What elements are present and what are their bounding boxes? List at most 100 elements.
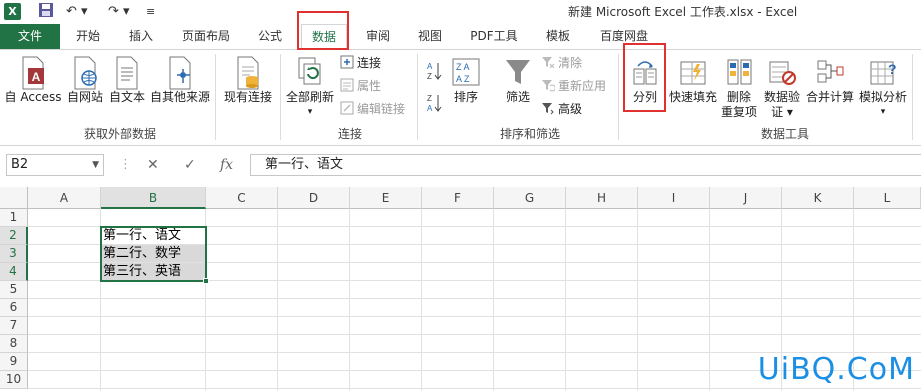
tab-baidu-netdisk[interactable]: 百度网盘: [594, 24, 654, 49]
tab-formulas[interactable]: 公式: [250, 24, 290, 49]
consolidate-button[interactable]: 合并计算: [804, 56, 856, 105]
sort-descending-button[interactable]: ZA: [426, 92, 442, 113]
existing-connections-button[interactable]: 现有连接: [220, 56, 276, 105]
advanced-filter-icon: [542, 103, 554, 115]
connections-button[interactable]: 连接: [340, 54, 381, 72]
remove-duplicates-icon: [727, 59, 752, 85]
row-header-9[interactable]: 9: [0, 353, 28, 371]
from-access-button[interactable]: A 自 Access: [2, 56, 64, 105]
sort-az-icon: AZ: [427, 62, 442, 81]
chevron-down-icon[interactable]: ▼: [92, 155, 99, 175]
tab-review[interactable]: 审阅: [358, 24, 398, 49]
select-all-corner[interactable]: [0, 187, 28, 209]
redo-icon[interactable]: ↷ ▾: [108, 2, 130, 22]
reapply-button[interactable]: 重新应用: [541, 77, 606, 95]
watermark: UiBQ.CoM: [757, 352, 915, 387]
column-header-i[interactable]: I: [638, 187, 710, 209]
refresh-all-button[interactable]: 全部刷新 ▾: [284, 56, 336, 120]
text-to-columns-button[interactable]: 分列: [626, 56, 664, 105]
group-separator: [280, 54, 281, 140]
row-header-6[interactable]: 6: [0, 299, 28, 317]
customize-toolbar-icon[interactable]: ≡: [146, 2, 155, 22]
ribbon: A 自 Access 自网站 自文本 自其他来源 获取外部数据 现有连接 全部刷…: [0, 50, 921, 146]
column-header-l[interactable]: L: [854, 187, 921, 209]
advanced-filter-button[interactable]: 高级: [541, 100, 582, 118]
split-columns-icon: [633, 61, 657, 85]
clear-filter-button[interactable]: 清除: [541, 54, 582, 72]
tab-pdf-tools[interactable]: PDF工具: [466, 24, 522, 49]
tab-view[interactable]: 视图: [410, 24, 450, 49]
column-header-c[interactable]: C: [206, 187, 278, 209]
undo-icon[interactable]: ↶ ▾: [66, 2, 88, 22]
web-icon: [74, 56, 97, 90]
row-header-7[interactable]: 7: [0, 317, 28, 335]
column-header-e[interactable]: E: [350, 187, 422, 209]
column-header-j[interactable]: J: [710, 187, 782, 209]
fill-handle[interactable]: [203, 278, 209, 284]
row-header-8[interactable]: 8: [0, 335, 28, 353]
edit-links-button[interactable]: 编辑链接: [340, 100, 405, 118]
tab-insert[interactable]: 插入: [121, 24, 161, 49]
access-icon: A: [22, 56, 44, 90]
cell-b3[interactable]: 第二行、数学: [101, 245, 206, 263]
window-title: 新建 Microsoft Excel 工作表.xlsx - Excel: [568, 5, 798, 19]
sort-ascending-button[interactable]: AZ: [426, 60, 442, 81]
from-web-button[interactable]: 自网站: [64, 56, 106, 105]
cancel-icon[interactable]: ✕: [147, 154, 159, 176]
flash-fill-icon: [680, 61, 706, 85]
tab-page-layout[interactable]: 页面布局: [176, 24, 236, 49]
name-box[interactable]: B2 ▼: [6, 154, 104, 176]
excel-logo-icon: X: [4, 3, 21, 20]
tab-data[interactable]: 数据: [301, 24, 347, 50]
data-validation-button[interactable]: 数据验 证 ▾: [760, 56, 804, 120]
insert-function-icon[interactable]: fx: [220, 154, 233, 176]
row-header-4[interactable]: 4: [0, 263, 28, 281]
filter-button[interactable]: 筛选: [500, 56, 536, 105]
from-other-sources-button[interactable]: 自其他来源: [148, 56, 212, 105]
cell-b4[interactable]: 第三行、英语: [101, 263, 206, 281]
row-header-1[interactable]: 1: [0, 209, 28, 227]
tab-file[interactable]: 文件: [0, 24, 60, 49]
other-sources-icon: [169, 56, 191, 90]
worksheet-grid[interactable]: A B C D E F G H I J K L 1 2 3 4 5 6 7 8 …: [0, 187, 921, 391]
connections-icon: [340, 55, 354, 69]
properties-icon: [340, 78, 354, 92]
what-if-analysis-button[interactable]: ? 模拟分析 ▾: [856, 56, 910, 120]
clear-filter-icon: [542, 57, 555, 69]
formula-input[interactable]: 第一行、语文: [250, 154, 921, 176]
from-text-button[interactable]: 自文本: [106, 56, 148, 105]
cell-b2[interactable]: 第一行、语文: [101, 227, 206, 245]
formula-bar-divider: ⋮: [119, 157, 132, 172]
save-icon[interactable]: [38, 2, 54, 22]
tab-home[interactable]: 开始: [68, 24, 108, 49]
formula-bar: B2 ▼ ⋮ ✕ ✓ fx 第一行、语文: [0, 146, 921, 186]
column-header-g[interactable]: G: [494, 187, 566, 209]
enter-icon[interactable]: ✓: [184, 154, 196, 176]
column-header-h[interactable]: H: [566, 187, 638, 209]
column-header-d[interactable]: D: [278, 187, 350, 209]
group-label-connections: 连接: [337, 127, 362, 141]
row-header-2[interactable]: 2: [0, 227, 28, 245]
data-validation-icon: [769, 61, 796, 85]
column-header-b[interactable]: B: [101, 187, 206, 209]
svg-text:Z A: Z A: [456, 62, 470, 72]
column-header-k[interactable]: K: [782, 187, 854, 209]
svg-text:A: A: [427, 104, 433, 113]
column-header-a[interactable]: A: [28, 187, 101, 209]
tab-templates[interactable]: 模板: [538, 24, 578, 49]
text-file-icon: [116, 56, 138, 90]
group-separator: [912, 54, 913, 140]
group-separator: [417, 54, 418, 140]
svg-text:Z: Z: [427, 94, 432, 103]
what-if-icon: ?: [870, 61, 897, 85]
group-label-data-tools: 数据工具: [760, 127, 809, 141]
remove-duplicates-button[interactable]: 删除 重复项: [720, 56, 758, 120]
row-header-3[interactable]: 3: [0, 245, 28, 263]
row-header-10[interactable]: 10: [0, 371, 28, 389]
flash-fill-button[interactable]: 快速填充: [668, 56, 718, 105]
row-header-5[interactable]: 5: [0, 281, 28, 299]
svg-text:Z: Z: [427, 72, 432, 81]
sort-button[interactable]: Z AA Z 排序: [448, 56, 484, 105]
properties-button[interactable]: 属性: [340, 77, 381, 95]
column-header-f[interactable]: F: [422, 187, 494, 209]
